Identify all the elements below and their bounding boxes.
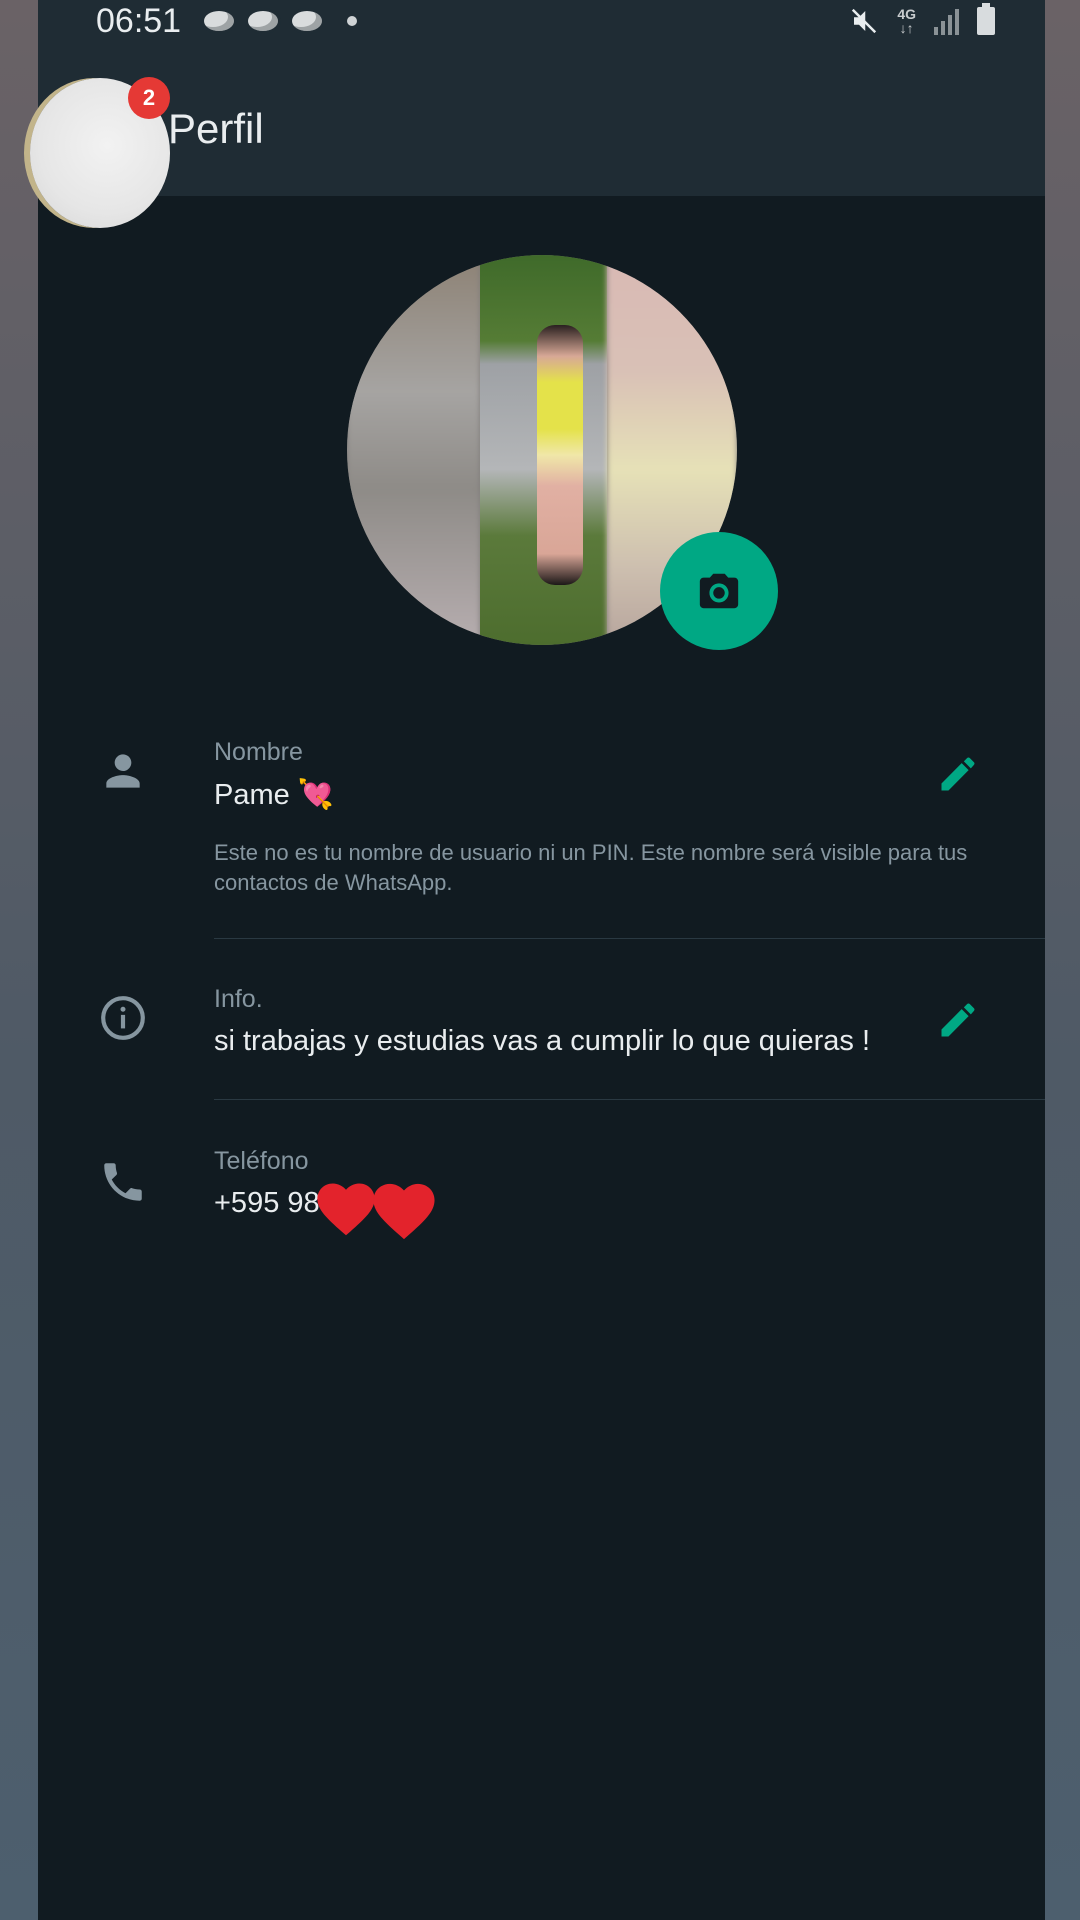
divider — [214, 1099, 1045, 1100]
data-arrows-icon: ↓↑ — [899, 20, 914, 36]
screenshot-frame: 06:51 4G ↓↑ 2 Perfil Nombre Pame 💘 Este … — [0, 0, 1080, 1920]
name-hint: Este no es tu nombre de usuario ni un PI… — [214, 840, 968, 895]
profile-photo-container — [347, 255, 778, 650]
app-bar: 2 Perfil — [30, 50, 1045, 228]
divider — [214, 938, 1045, 939]
name-label: Nombre — [214, 738, 303, 766]
mute-icon — [852, 8, 877, 34]
network-type-icon: 4G ↓↑ — [897, 7, 916, 35]
name-value: Pame 💘 — [214, 779, 334, 811]
heart-icon — [373, 1183, 435, 1240]
phone-number-cover-hearts: ❤️❤️ — [313, 1178, 439, 1242]
info-icon — [101, 996, 145, 1040]
notification-icon — [201, 8, 237, 34]
edit-info-pencil-icon[interactable] — [936, 998, 980, 1042]
notification-icon — [289, 8, 325, 34]
network-label: 4G — [897, 6, 916, 22]
phone-screen: 06:51 4G ↓↑ 2 Perfil Nombre Pame 💘 Este … — [30, 0, 1045, 1920]
phone-label: Teléfono — [214, 1147, 309, 1175]
unread-badge: 2 — [128, 77, 170, 119]
info-value: si trabajas y estudias vas a cumplir lo … — [214, 1025, 871, 1057]
person-icon — [106, 754, 140, 788]
change-photo-button[interactable] — [660, 532, 778, 650]
signal-icon — [934, 7, 959, 35]
status-indicators: 4G ↓↑ — [849, 3, 995, 36]
phone-value: +595 98 — [214, 1187, 320, 1219]
camera-icon — [699, 573, 739, 609]
photo-blur-left — [347, 255, 480, 645]
status-time: 06:51 — [96, 2, 182, 40]
photo-subject — [537, 325, 583, 585]
notification-icons — [201, 8, 357, 34]
info-label: Info. — [214, 985, 263, 1013]
phone-icon — [104, 1163, 142, 1201]
status-bar: 06:51 4G ↓↑ — [38, 0, 1045, 50]
more-notifications-dot — [347, 16, 357, 26]
edit-name-pencil-icon[interactable] — [936, 752, 980, 796]
notification-icon — [245, 8, 281, 34]
page-title: Perfil — [168, 105, 264, 152]
battery-icon — [977, 3, 995, 35]
